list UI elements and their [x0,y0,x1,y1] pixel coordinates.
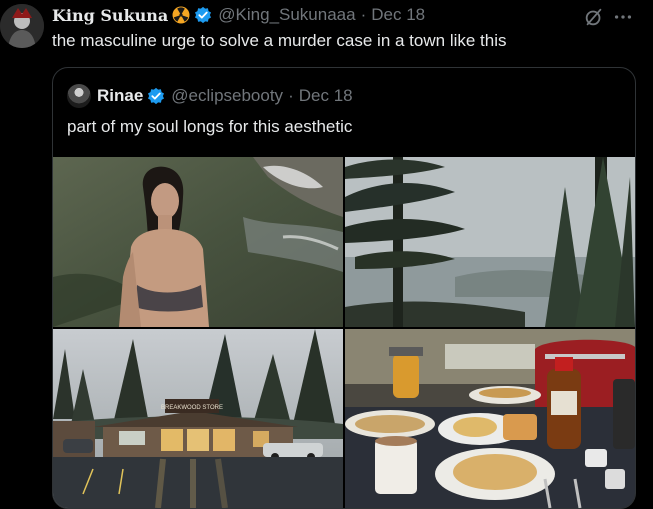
store-sign-text: BREAKWOOD STORE [161,405,223,411]
quoted-author-display-name[interactable]: Rinae [97,86,143,106]
author-display-name[interactable]: King Sukuna [52,6,168,25]
quoted-author-avatar[interactable] [67,84,91,108]
grok-icon[interactable] [583,6,605,28]
woman-in-river-photo[interactable] [53,157,343,327]
separator-dot: · [288,86,294,105]
radioactive-badge-icon [172,6,190,24]
quoted-tweet-date[interactable]: Dec 18 [299,86,353,106]
foggy-coast-trees-photo[interactable] [345,157,635,327]
avatar-image [0,4,44,48]
quoted-tweet-text: part of my soul longs for this aesthetic [67,117,353,136]
verified-badge-icon [148,87,165,105]
general-store-rain-photo[interactable]: BREAKWOOD STORE [53,329,343,508]
tweet-date[interactable]: Dec 18 [371,5,425,25]
author-handle[interactable]: @King_Sukunaaa [218,5,355,25]
media-grid: BREAKWOOD STORE [53,157,635,508]
author-avatar[interactable] [0,4,44,48]
verified-badge-icon [195,6,212,24]
separator-dot: · [360,5,367,24]
quoted-author-handle[interactable]: @eclipsebooty [171,86,283,106]
tweet-text: the masculine urge to solve a murder cas… [52,31,507,50]
quoted-tweet-card[interactable]: Rinae @eclipsebooty · Dec 18 part of my … [52,67,636,509]
quoted-tweet-header: Rinae @eclipsebooty · Dec 18 [67,84,353,108]
more-icon[interactable] [612,6,634,28]
tweet-header: King Sukuna @King_Sukunaaa · Dec 18 [52,4,425,26]
diner-table-photo[interactable] [345,329,635,508]
